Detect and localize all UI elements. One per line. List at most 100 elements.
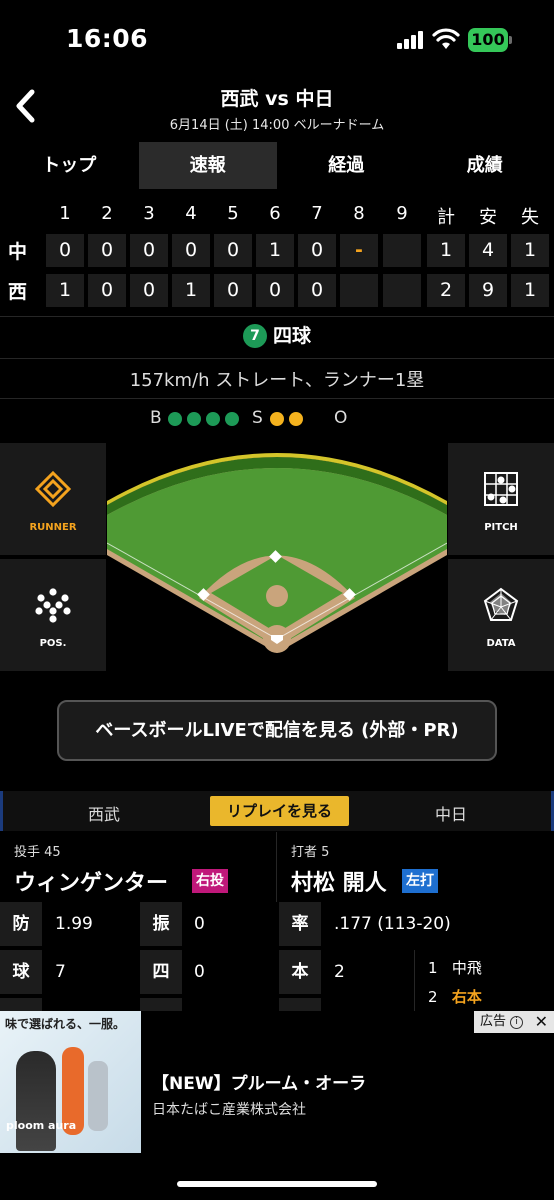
score-header: 安 [479,207,497,228]
batter-hand-badge: 左打 [402,869,438,893]
match-subtitle: 6月14日 (土) 14:00 ベルーナドーム [169,118,385,133]
play-result: 7 四球 [0,321,554,351]
divider [0,398,554,399]
at-bat-result: 右本 [451,988,482,1006]
ball-count: B S O [0,408,554,432]
score-header: 9 [396,203,408,224]
stat-value-era: 1.99 [55,914,93,934]
score-cell [340,274,378,307]
score-cell: 0 [88,234,126,267]
stat-key-pitches: 球 [0,950,42,994]
pitch-label: PITCH [484,522,518,533]
ad-image[interactable]: 味で選ばれる、一服。 ploom aura [0,1011,141,1153]
score-cell: 0 [46,234,84,267]
score-cell: 0 [298,234,336,267]
score-cell: 0 [130,234,168,267]
ad-device-figure [88,1061,108,1131]
stats-grid: 防 1.99 振 0 球 7 四 0 率 .177 (113-20) 本 2 1… [0,902,554,1012]
stat-value-walks: 0 [194,962,205,982]
stat-key-strikeouts: 振 [140,902,182,946]
score-cell [383,274,421,307]
watch-live-button[interactable]: ベースボールLIVEで配信を見る (外部・PR) [57,700,497,761]
pitcher-role: 投手 45 [14,845,61,860]
score-cell: 0 [172,234,210,267]
ad-sponsor: 日本たばこ産業株式会社 [152,1102,306,1118]
ad-label: 広告 [480,1014,507,1029]
ball-dot [225,412,239,426]
radar-chart-icon [483,587,519,621]
tab-live[interactable]: 速報 [138,142,277,189]
score-cell: 1 [172,274,210,307]
at-bat-item: 2 右本 [428,986,482,1007]
close-icon[interactable]: ✕ [535,1011,548,1033]
score-cell: 0 [214,274,252,307]
stat-key-average: 率 [279,902,321,946]
data-button[interactable]: DATA [448,559,554,671]
at-bat-result: 中飛 [451,959,482,977]
position-label: POS. [39,638,67,649]
wifi-icon [432,28,460,49]
tab-top[interactable]: トップ [0,142,139,189]
score-cell: 0 [130,274,168,307]
score-total-cell: 2 [427,274,465,307]
info-icon[interactable]: i [510,1016,524,1029]
tab-stats[interactable]: 成績 [416,142,554,189]
status-bar: 16:06 100 [0,0,554,80]
score-total-cell: 1 [511,274,549,307]
score-cell: - [340,234,378,267]
score-cell [383,234,421,267]
pitch-button[interactable]: PITCH [448,443,554,555]
play-number-badge: 7 [242,324,267,348]
score-header: 計 [437,207,455,228]
stat-key-cut [140,998,182,1012]
home-indicator [177,1181,377,1187]
score-cell: 0 [88,274,126,307]
runner-label: RUNNER [29,522,77,533]
score-team: 西 [8,281,28,303]
score-header: 5 [227,203,239,224]
divider [414,950,415,1012]
pitcher-hand-badge: 右投 [192,869,228,893]
tab-progress[interactable]: 経過 [277,142,416,189]
baseball-field [107,443,447,671]
players-row: 投手 45 ウィンゲンター 右投 打者 5 村松 開人 左打 [0,832,554,902]
stat-value-pitches: 7 [55,962,66,982]
runner-button[interactable]: RUNNER [0,443,106,555]
pitch-description: 157km/h ストレート、ランナー1塁 [129,370,425,391]
strikes-label: S [252,408,263,428]
stat-value-average: .177 (113-20) [334,914,451,934]
pitcher-name[interactable]: ウィンゲンター [14,865,168,897]
replay-button[interactable]: リプレイを見る [210,796,349,826]
ad-image-caption: 味で選ばれる、一服。 [5,1017,126,1031]
score-header: 1 [59,203,71,224]
ad-brand-logo: ploom aura [6,1119,77,1132]
data-label: DATA [486,638,516,649]
ad-banner[interactable]: 味で選ばれる、一服。 ploom aura 【NEW】プルーム・オーラ 日本たば… [0,1011,554,1153]
stat-value-strikeouts: 0 [194,914,205,934]
team-left: 西武 [88,805,121,824]
score-total-cell: 1 [427,234,465,267]
scoreboard: 123456789計安失中0000010-141西1001000291 [0,196,554,316]
ad-tag[interactable]: 広告 i ✕ [474,1011,554,1033]
strike-dot [289,412,303,426]
stat-key-cut [279,998,321,1012]
batter-role: 打者 5 [291,845,330,860]
battery-icon: 100 [468,28,508,52]
score-cell: 1 [46,274,84,307]
divider [0,316,554,317]
position-icon [35,588,71,623]
outs-label: O [334,408,348,428]
score-cell: 0 [214,234,252,267]
ball-dot [168,412,182,426]
score-team: 中 [8,241,28,263]
ad-title[interactable]: 【NEW】プルーム・オーラ [152,1069,366,1094]
ad-person-figure [16,1051,56,1151]
batter-name[interactable]: 村松 開人 [291,865,387,897]
match-title: 西武 vs 中日 [220,88,334,110]
score-total-cell: 9 [469,274,507,307]
play-result-text: 四球 [272,325,311,347]
score-total-cell: 1 [511,234,549,267]
position-button[interactable]: POS. [0,559,106,671]
cellular-signal-icon [397,31,423,49]
pitch-grid-icon [484,472,518,506]
